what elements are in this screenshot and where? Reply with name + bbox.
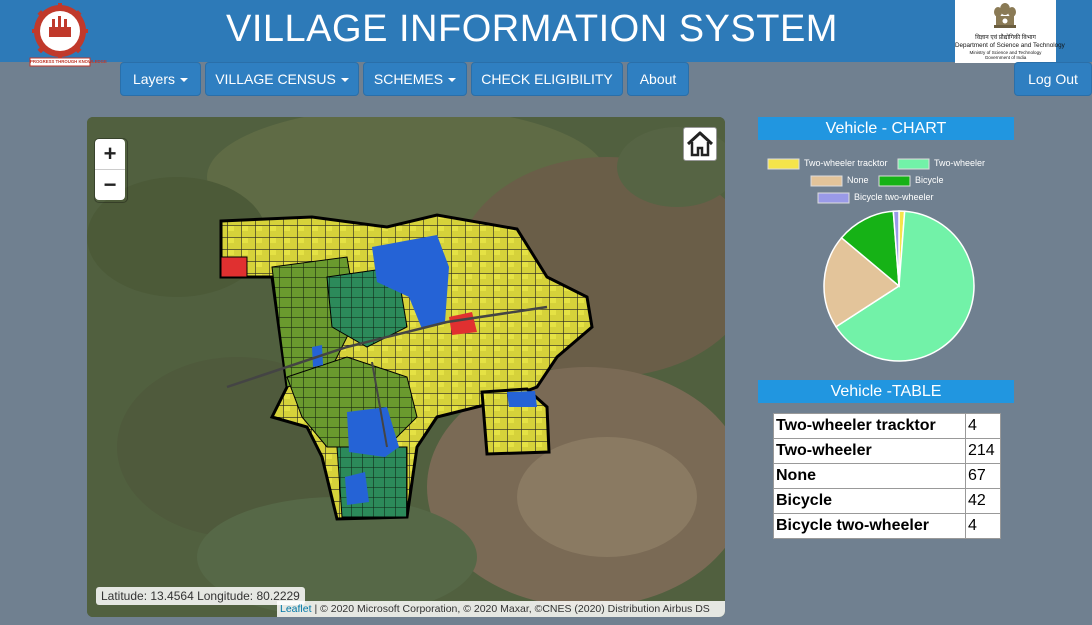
legend-swatch: [897, 158, 930, 170]
chart-section-title: Vehicle - CHART: [758, 117, 1014, 140]
legend-swatch: [810, 175, 843, 187]
dst-logo: विज्ञान एवं प्रौद्योगिकी विभाग Departmen…: [955, 0, 1065, 63]
nav-schemes-dropdown[interactable]: SCHEMES: [363, 62, 467, 96]
satellite-imagery: [87, 117, 725, 617]
nav-check-eligibility-button[interactable]: CHECK ELIGIBILITY: [471, 62, 623, 96]
table-row-value: 4: [965, 413, 1001, 439]
logo-line-hindi: विज्ञान एवं प्रौद्योगिकी विभाग: [975, 35, 1036, 41]
vehicle-pie-chart: Two-wheeler tracktor Two-wheeler None Bicyc…: [758, 150, 1038, 370]
table-row-value: 214: [965, 438, 1001, 464]
nav-village-census-dropdown[interactable]: VILLAGE CENSUS: [205, 62, 359, 96]
table-row-label: Bicycle two-wheeler: [773, 513, 966, 539]
nav-schemes-label: SCHEMES: [373, 71, 444, 87]
logo-line-government: Government of India: [984, 55, 1027, 60]
table-row-label: None: [773, 463, 966, 489]
caret-down-icon: [340, 78, 349, 83]
table-row: None 67: [773, 463, 1001, 489]
zoom-in-button[interactable]: +: [95, 139, 125, 170]
logo-line-department: Department of Science and Technology: [955, 42, 1065, 49]
legend-swatch: [767, 158, 800, 170]
pie-svg: Two-wheeler tracktor Two-wheeler None Bicyc…: [767, 158, 985, 362]
page-title: VILLAGE INFORMATION SYSTEM: [226, 8, 838, 50]
logo-motto: PROGRESS THROUGH KNOWLEDGE: [30, 59, 107, 64]
nav-village-census-label: VILLAGE CENSUS: [215, 71, 336, 87]
table-row-value: 42: [965, 488, 1001, 514]
nav-layers-label: Layers: [132, 71, 176, 87]
table-row-label: Two-wheeler: [773, 438, 966, 464]
table-row: Two-wheeler tracktor 4: [773, 413, 1001, 439]
table-section-title: Vehicle -TABLE: [758, 380, 1014, 403]
nav-about-button[interactable]: About: [627, 62, 689, 96]
coordinates-readout: Latitude: 13.4564 Longitude: 80.2229: [96, 587, 305, 605]
village-map[interactable]: + − Latitude: 13.4564 Longitude: 80.2229…: [87, 117, 725, 617]
leaflet-link[interactable]: Leaflet: [280, 603, 312, 615]
legend-label: Bicycle: [915, 175, 944, 185]
table-row: Bicycle 42: [773, 488, 1001, 514]
attribution-text: | © 2020 Microsoft Corporation, © 2020 M…: [311, 603, 710, 615]
table-row-value: 4: [965, 513, 1001, 539]
nav-layers-dropdown[interactable]: Layers: [120, 62, 201, 96]
legend-swatch: [878, 175, 911, 187]
legend-label: Two-wheeler: [934, 158, 985, 168]
table-row: Bicycle two-wheeler 4: [773, 513, 1001, 539]
table-row-label: Two-wheeler tracktor: [773, 413, 966, 439]
vehicle-table: Two-wheeler tracktor 4 Two-wheeler 214 None 6…: [773, 413, 1001, 539]
national-emblem-icon: [991, 2, 1019, 32]
map-attribution: Leaflet | © 2020 Microsoft Corporation, …: [277, 601, 725, 617]
table-row-label: Bicycle: [773, 488, 966, 514]
zoom-out-button[interactable]: −: [95, 170, 125, 200]
header-bar: PROGRESS THROUGH KNOWLEDGE VILLAGE INFOR…: [0, 0, 1092, 67]
caret-down-icon: [180, 78, 189, 83]
logout-button[interactable]: Log Out: [1014, 62, 1092, 96]
legend-label: Two-wheeler tracktor: [804, 158, 888, 168]
table-row: Two-wheeler 214: [773, 438, 1001, 464]
home-icon[interactable]: [683, 127, 717, 161]
caret-down-icon: [448, 78, 457, 83]
legend-label: Bicycle two-wheeler: [854, 192, 934, 202]
table-row-value: 67: [965, 463, 1001, 489]
legend-label: None: [847, 175, 869, 185]
legend-swatch: [817, 192, 850, 204]
